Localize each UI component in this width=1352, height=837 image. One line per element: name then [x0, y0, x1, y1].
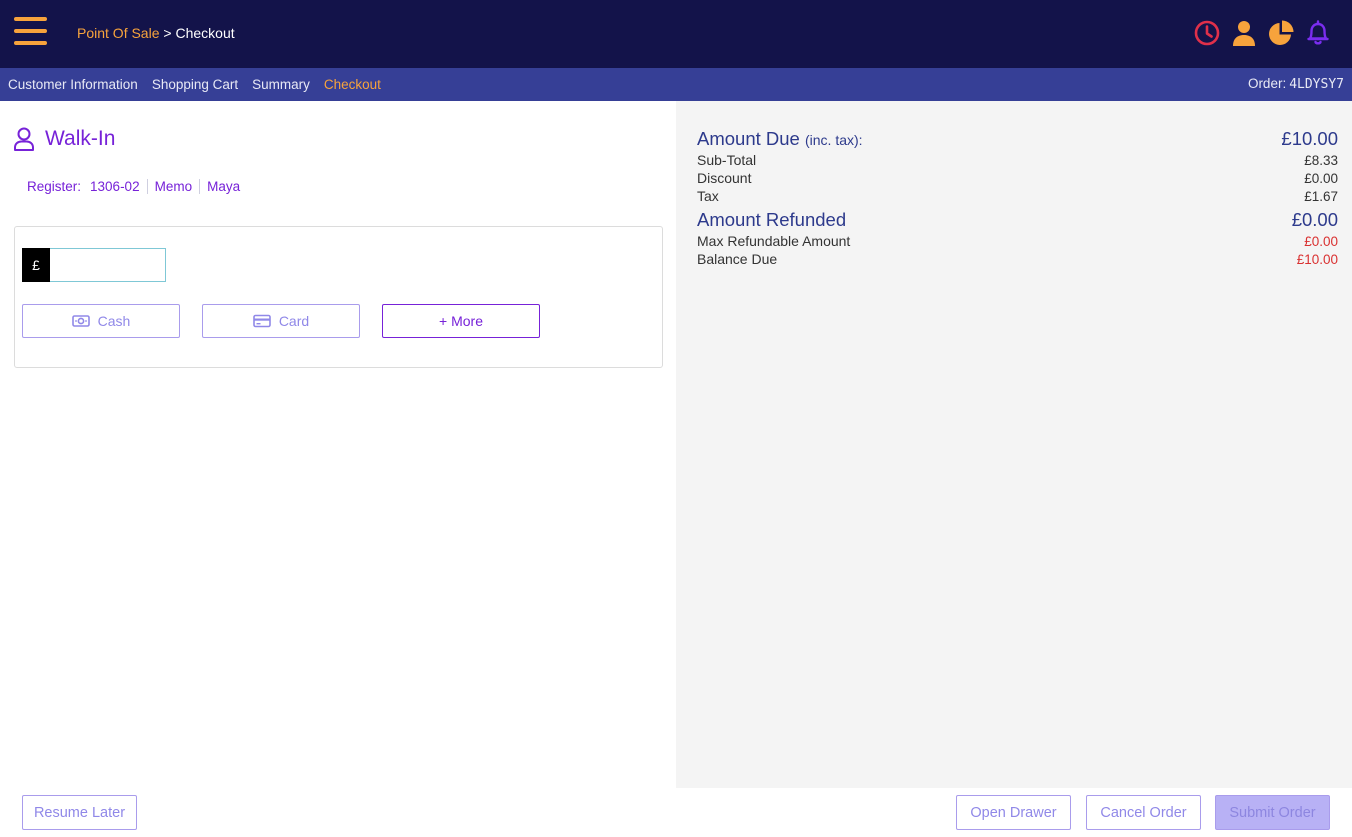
cash-button[interactable]: Cash [22, 304, 180, 338]
balance-due-row: Balance Due £10.00 [697, 251, 1338, 267]
order-number: Order: 4LDYSY7 [1248, 76, 1344, 92]
order-totals: Amount Due (inc. tax): £10.00 Sub-Total … [697, 128, 1338, 267]
discount-label: Discount [697, 170, 752, 186]
resume-later-button[interactable]: Resume Later [22, 795, 137, 830]
subtotal-label: Sub-Total [697, 152, 757, 168]
menu-icon[interactable] [14, 17, 47, 47]
cash-label: Cash [97, 313, 131, 329]
amount-refunded-label: Amount Refunded [697, 209, 847, 230]
amount-refunded-row: Amount Refunded £0.00 [697, 209, 1338, 231]
max-refundable-label: Max Refundable Amount [697, 233, 851, 249]
register-value: 1306-02 [90, 179, 140, 194]
tax-label: Tax [697, 188, 719, 204]
step-nav-bar: Customer Information Shopping Cart Summa… [0, 68, 1352, 101]
discount-value: £0.00 [1304, 171, 1338, 186]
payment-panel: Walk-In Register: 1306-02 Memo Maya £ Ca… [0, 101, 676, 788]
amount-input-group: £ [22, 248, 166, 282]
top-bar: Point Of Sale > Checkout [0, 0, 1352, 68]
payment-box: £ Cash Card + More [14, 226, 663, 368]
tab-summary[interactable]: Summary [252, 77, 310, 92]
credit-card-icon [253, 314, 271, 328]
tab-customer-information[interactable]: Customer Information [8, 77, 138, 92]
breadcrumb-separator: > [159, 25, 176, 41]
bell-icon[interactable] [1304, 19, 1332, 47]
amount-due-row: Amount Due (inc. tax): £10.00 [697, 128, 1338, 150]
divider [199, 179, 201, 194]
amount-due-value: £10.00 [1281, 128, 1338, 149]
breadcrumb-checkout: Checkout [175, 25, 235, 41]
max-refundable-value: £0.00 [1304, 234, 1338, 249]
subtotal-value: £8.33 [1304, 153, 1338, 168]
tax-row: Tax £1.67 [697, 188, 1338, 204]
card-label: Card [278, 313, 310, 329]
cash-icon [71, 315, 90, 327]
header-icons [1193, 19, 1332, 47]
more-payment-button[interactable]: + More [382, 304, 540, 338]
breadcrumb-point-of-sale[interactable]: Point Of Sale [77, 25, 160, 41]
balance-due-value: £10.00 [1296, 252, 1338, 267]
customer-icon [13, 127, 35, 151]
amount-refunded-value: £0.00 [1291, 209, 1338, 230]
amount-input[interactable] [50, 248, 166, 282]
customer-name[interactable]: Walk-In [45, 127, 115, 151]
step-tabs: Customer Information Shopping Cart Summa… [8, 77, 381, 92]
submit-order-button[interactable]: Submit Order [1215, 795, 1330, 830]
discount-row: Discount £0.00 [697, 170, 1338, 186]
tax-value: £1.67 [1304, 189, 1338, 204]
subtotal-row: Sub-Total £8.33 [697, 152, 1338, 168]
user-icon[interactable] [1230, 19, 1258, 47]
clock-icon[interactable] [1193, 19, 1221, 47]
max-refundable-row: Max Refundable Amount £0.00 [697, 233, 1338, 249]
memo-link[interactable]: Memo [155, 179, 193, 194]
divider [146, 179, 148, 194]
cashier-name[interactable]: Maya [207, 179, 240, 194]
order-label: Order: [1247, 76, 1287, 91]
card-button[interactable]: Card [202, 304, 360, 338]
register-info: Register: 1306-02 Memo Maya [27, 179, 240, 194]
tab-checkout[interactable]: Checkout [324, 77, 381, 92]
breadcrumb: Point Of Sale > Checkout [77, 25, 235, 41]
pie-chart-icon[interactable] [1267, 19, 1295, 47]
amount-due-label: Amount Due [697, 128, 800, 149]
tab-shopping-cart[interactable]: Shopping Cart [152, 77, 238, 92]
cancel-order-button[interactable]: Cancel Order [1086, 795, 1201, 830]
currency-symbol: £ [22, 248, 50, 282]
amount-due-suffix: (inc. tax): [804, 132, 863, 148]
order-id: 4LDYSY7 [1289, 77, 1344, 92]
balance-due-label: Balance Due [697, 251, 778, 267]
customer-header: Walk-In [13, 127, 115, 151]
open-drawer-button[interactable]: Open Drawer [956, 795, 1071, 830]
register-label: Register: [27, 179, 82, 194]
summary-panel: Amount Due (inc. tax): £10.00 Sub-Total … [676, 101, 1352, 788]
